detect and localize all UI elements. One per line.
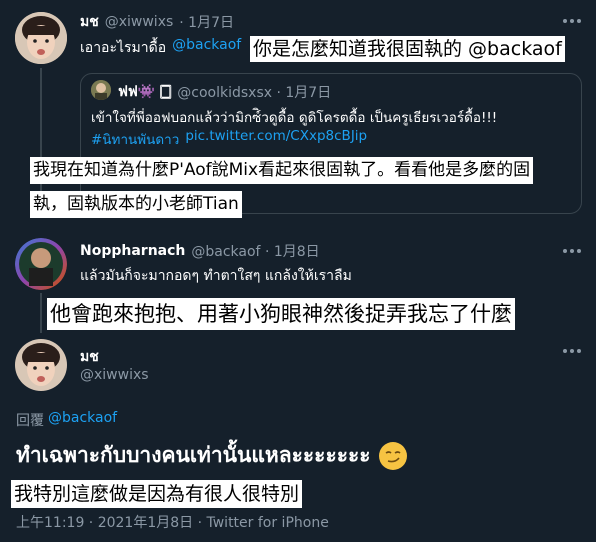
replying-to: 回覆 @backaof <box>16 410 117 430</box>
tweet2-header: Noppharnach @backaof · 1月8日 <box>80 241 320 261</box>
quote-text-line2: #นิทานพันดาว pic.twitter.com/CXxp8cBJip <box>91 128 367 150</box>
avatar-backaof[interactable] <box>15 238 67 290</box>
quote-translation-line1: 我現在知道為什麼P'Aof說Mix看起來很固執了。看看他是多麼的固 <box>30 157 534 184</box>
author-name[interactable]: มช <box>80 11 99 33</box>
reply-mention-link[interactable]: @backaof <box>48 410 117 430</box>
main-author-handle[interactable]: @xiwwixs <box>80 367 149 383</box>
hashtag-link[interactable]: #นิทานพันดาว <box>91 128 179 150</box>
author-handle[interactable]: @xiwwixs <box>105 14 174 30</box>
tweet-date[interactable]: · 1月7日 <box>179 12 234 32</box>
avatar-xiwwixs[interactable] <box>15 12 67 64</box>
quote-text-line1: เข้าใจที่พี่ออฟบอกแล้วว่ามิกซ์ิวดูดื้อ ด… <box>91 110 498 126</box>
quote-header: ฟฟ👾 🀆 @coolkidsxsx · 1月7日 <box>118 81 331 103</box>
more-options-icon[interactable] <box>563 17 581 25</box>
tweet-text: ทำเฉพาะกับบางคนเท่านั้นแหละะะะะะะ <box>16 443 371 467</box>
quote-avatar[interactable] <box>91 80 111 100</box>
tweet1-header: มช @xiwwixs · 1月7日 <box>80 12 234 32</box>
quote-translation-line2: 執，固執版本的小老師Tian <box>30 191 242 218</box>
tweet-text: แล้วมันก็จะมากอดๆ ทำตาใสๆ แกล้งให้เราลืม <box>80 268 352 284</box>
thread-connector-2 <box>40 293 42 333</box>
more-options-icon[interactable] <box>563 347 581 355</box>
main-tweet-text: ทำเฉพาะกับบางคนเท่านั้นแหละะะะะะะ <box>16 439 407 472</box>
tweet-text: เอาอะไรมาดื้อ <box>80 40 167 56</box>
mention-link[interactable]: @backaof <box>172 37 241 59</box>
quote-author-handle[interactable]: @coolkidsxsx · 1月7日 <box>177 82 331 102</box>
tweet-metadata[interactable]: 上午11:19 · 2021年1月8日 · Twitter for iPhone <box>16 512 329 532</box>
translation-caption: 你是怎麼知道我很固執的 @backaof <box>250 36 565 62</box>
translation-caption: 他會跑來抱抱、用著小狗眼神然後捉弄我忘了什麼 <box>47 298 515 330</box>
tweet1-text: เอาอะไรมาดื้อ @backaof <box>80 37 241 59</box>
smirk-emoji-icon <box>378 441 407 470</box>
author-name[interactable]: Noppharnach <box>80 243 185 259</box>
avatar-xiwwixs[interactable] <box>15 339 67 391</box>
author-handle[interactable]: @backaof · 1月8日 <box>191 241 319 261</box>
reply-label: 回覆 <box>16 413 44 429</box>
media-link[interactable]: pic.twitter.com/CXxp8cBJip <box>185 128 367 150</box>
main-author-name[interactable]: มช <box>80 346 99 368</box>
translation-caption: 我特別這麼做是因為有很人很特別 <box>11 480 303 508</box>
more-options-icon[interactable] <box>563 247 581 255</box>
quote-author-name[interactable]: ฟฟ👾 🀆 <box>118 81 171 103</box>
